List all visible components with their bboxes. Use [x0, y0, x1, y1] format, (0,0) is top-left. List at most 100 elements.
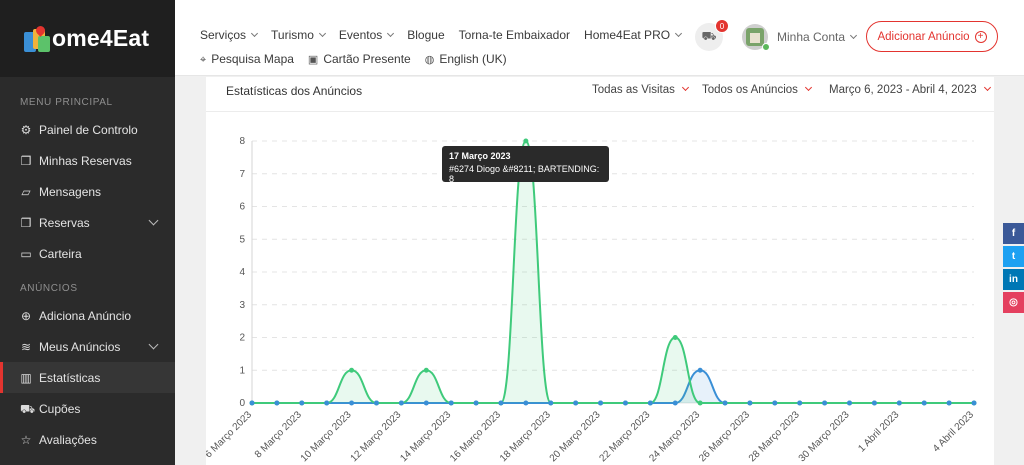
chat-icon: ▱: [21, 184, 31, 199]
wallet-icon: ▭: [20, 246, 32, 261]
section-main-heading: MENU PRINCIPAL: [20, 97, 113, 108]
sidebar-item-bookings[interactable]: ❒ Reservas: [0, 207, 175, 238]
nav-services[interactable]: Serviços: [200, 28, 257, 42]
data-point: [423, 367, 429, 373]
data-point: [672, 335, 678, 340]
globe-icon: ◍: [424, 54, 435, 66]
sidebar-item-wallet[interactable]: ▭ Carteira: [0, 238, 175, 269]
data-point: [523, 138, 529, 144]
sidebar-item-label: Cupões: [39, 401, 81, 416]
account-menu[interactable]: Minha Conta: [777, 30, 856, 44]
card-title: Estatísticas dos Anúncios: [226, 84, 363, 98]
data-point: [299, 400, 305, 406]
sidebar-item-label: Mensagens: [39, 184, 102, 199]
data-point: [423, 400, 429, 406]
data-point: [697, 400, 703, 406]
nav-map-search-label: Pesquisa Mapa: [211, 52, 294, 66]
x-tick-label: 10 Março 2023: [299, 409, 354, 464]
linkedin-share-button[interactable]: in: [1003, 269, 1024, 290]
cart-button[interactable]: ⛟ 0: [695, 19, 729, 51]
nav-map-search[interactable]: ⌖ Pesquisa Mapa: [200, 52, 294, 67]
date-range-dropdown[interactable]: Março 6, 2023 - Abril 4, 2023: [829, 84, 990, 96]
sidebar-item-my-bookings[interactable]: ❒ Minhas Reservas: [0, 145, 175, 176]
data-point: [772, 400, 778, 406]
tooltip-title: 17 Março 2023: [449, 151, 511, 161]
nav-language[interactable]: ◍ English (UK): [425, 52, 507, 67]
data-point: [598, 400, 604, 406]
cart-icon: ⛟: [20, 401, 36, 416]
x-tick-label: 18 Março 2023: [498, 409, 553, 464]
data-point: [523, 400, 529, 406]
data-point: [548, 400, 554, 406]
sidebar-item-dashboard[interactable]: ⚙ Painel de Controlo: [0, 114, 175, 145]
logo[interactable]: ome4Eat: [0, 0, 175, 77]
sidebar: ome4Eat MENU PRINCIPAL ⚙ Painel de Contr…: [0, 0, 175, 465]
gear-icon: ⚙: [20, 122, 32, 137]
data-point: [398, 400, 404, 406]
sidebar-item-my-listings[interactable]: ≋ Meus Anúncios: [0, 331, 175, 362]
data-point: [896, 400, 902, 406]
instagram-share-button[interactable]: ◎: [1003, 292, 1024, 313]
sidebar-item-add-listing[interactable]: ⊕ Adiciona Anúncio: [0, 300, 175, 331]
listings-filter-dropdown[interactable]: Todos os Anúncios: [702, 84, 811, 96]
x-tick-label: 8 Março 2023: [253, 409, 304, 460]
section-listings-heading: ANÚNCIOS: [20, 283, 78, 294]
cart-icon: ⛟: [701, 29, 717, 43]
sidebar-item-label: Reservas: [39, 215, 90, 230]
card-header: Estatísticas dos Anúncios Todas as Visit…: [206, 77, 994, 112]
sidebar-item-coupons[interactable]: ⛟ Cupões: [0, 393, 175, 424]
sidebar-item-statistics[interactable]: ▥ Estatísticas: [0, 362, 175, 393]
x-tick-label: 12 Março 2023: [349, 409, 404, 464]
logo-house-icon: [24, 23, 50, 52]
sidebar-item-label: Carteira: [39, 246, 82, 261]
nav-gift-card-label: Cartão Presente: [323, 52, 411, 66]
data-point: [871, 400, 877, 406]
bookmark-icon: ❒: [20, 215, 32, 230]
chevron-down-icon: [148, 339, 159, 350]
visits-filter-dropdown[interactable]: Todas as Visitas: [592, 84, 688, 96]
data-point: [697, 367, 703, 373]
x-tick-label: 4 Abril 2023: [931, 409, 976, 454]
x-tick-label: 20 Março 2023: [548, 409, 603, 464]
sidebar-item-label: Estatísticas: [39, 370, 101, 385]
main-nav: Serviços Turismo Eventos Blogue Torna-te…: [200, 28, 681, 42]
data-point: [373, 400, 379, 406]
data-point: [797, 400, 803, 406]
data-point: [573, 400, 579, 406]
data-point: [249, 400, 255, 406]
sidebar-item-label: Meus Anúncios: [39, 339, 121, 354]
chevron-down-icon: [148, 215, 159, 226]
data-point: [847, 400, 853, 406]
bar-chart-icon: ▥: [20, 370, 32, 385]
facebook-icon: f: [1011, 228, 1016, 239]
nav-tourism[interactable]: Turismo: [271, 28, 325, 42]
twitter-share-button[interactable]: t: [1003, 246, 1024, 267]
sidebar-item-label: Adiciona Anúncio: [39, 308, 132, 323]
nav-gift-card[interactable]: ▣ Cartão Presente: [308, 52, 411, 67]
plus-circle-icon: ⊕: [20, 308, 32, 323]
y-tick-label: 4: [239, 267, 245, 278]
nav-ambassador[interactable]: Torna-te Embaixador: [459, 28, 570, 42]
data-point: [324, 400, 330, 406]
data-point: [498, 400, 504, 406]
sidebar-item-messages[interactable]: ▱ Mensagens: [0, 176, 175, 207]
data-point: [622, 400, 628, 406]
plus-circle-icon: +: [974, 30, 987, 43]
cart-count-badge: 0: [715, 19, 729, 33]
x-tick-label: 28 Março 2023: [747, 409, 802, 464]
nav-blog[interactable]: Blogue: [407, 28, 444, 42]
y-tick-label: 0: [239, 398, 245, 409]
facebook-share-button[interactable]: f: [1003, 223, 1024, 244]
y-tick-label: 1: [239, 365, 245, 376]
y-tick-label: 8: [239, 136, 245, 147]
nav-events[interactable]: Eventos: [339, 28, 393, 42]
sidebar-item-label: Minhas Reservas: [39, 153, 132, 168]
map-pin-icon: ⌖: [200, 54, 207, 66]
add-listing-button[interactable]: Adicionar Anúncio +: [866, 21, 998, 52]
linkedin-icon: in: [1009, 274, 1018, 285]
logo-text: ome4Eat: [52, 25, 150, 51]
online-status-dot: [762, 43, 770, 51]
sidebar-item-reviews[interactable]: ☆ Avaliações: [0, 424, 175, 455]
nav-pro[interactable]: Home4Eat PRO: [584, 28, 681, 42]
star-icon: ☆: [20, 432, 32, 447]
